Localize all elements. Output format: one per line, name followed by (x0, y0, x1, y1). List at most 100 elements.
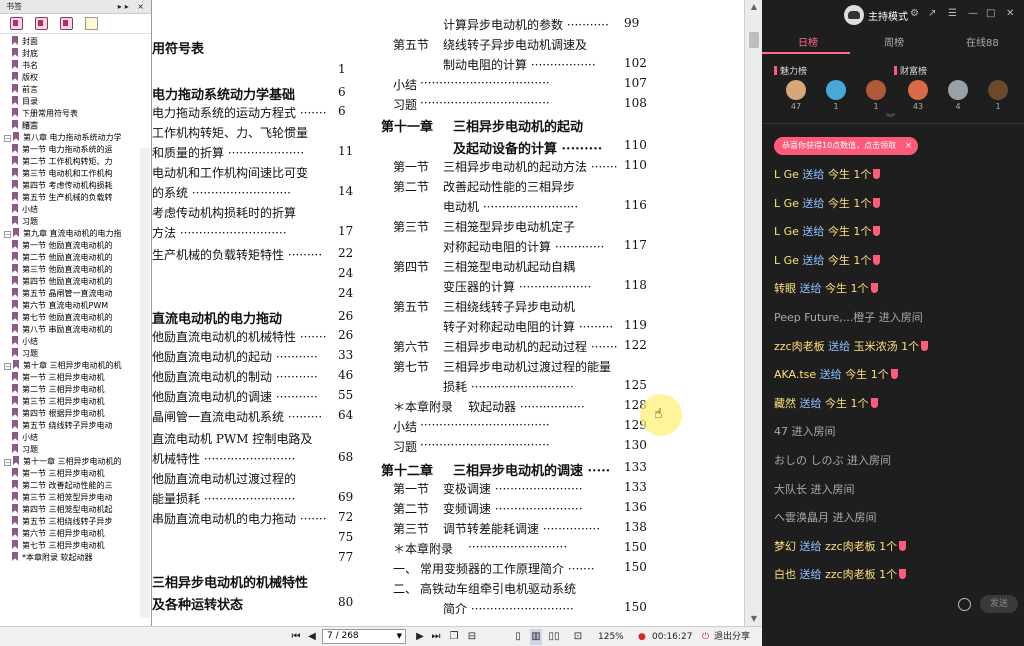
panel-controls[interactable]: ▸▸ × (118, 0, 147, 14)
bookmark-item[interactable]: 习题 (12, 348, 38, 360)
rank-avatar[interactable] (786, 80, 806, 100)
expand-toggle-icon[interactable]: − (4, 135, 11, 142)
popout-icon[interactable]: ↗ (928, 8, 936, 19)
bookmark-item[interactable]: 第五节 绕线转子异步电动 (12, 420, 113, 432)
maximize-icon[interactable]: □ (986, 8, 995, 19)
bookmark-item[interactable]: 第四节 他励直流电动机的 (12, 276, 113, 288)
page-number-input[interactable]: 7 / 268 ▼ (322, 629, 406, 644)
rank-avatar[interactable] (988, 80, 1008, 100)
chat-username[interactable]: おしの しのぶ (774, 454, 844, 467)
bookmark-item[interactable]: 第二节 他励直流电动机的 (12, 252, 113, 264)
bookmark-item[interactable]: *本章附录 软起动器 (12, 552, 93, 564)
send-button[interactable]: 发送 (980, 595, 1018, 613)
bookmark-item[interactable]: 封底 (12, 48, 38, 60)
first-page-icon[interactable]: ⏮ (290, 629, 302, 645)
close-icon[interactable]: ✕ (1006, 8, 1014, 19)
chat-username[interactable]: L Ge (774, 225, 799, 238)
bookmark-item[interactable]: 第一节 他励直流电动机的 (12, 240, 113, 252)
next-page-icon[interactable]: ▶ (414, 629, 426, 645)
copy-icon[interactable]: ❐ (448, 629, 460, 645)
bookmark-item[interactable]: 第二节 改善起动性能的三 (12, 480, 113, 492)
rank-avatar[interactable] (826, 80, 846, 100)
bookmark-item[interactable]: 习题 (12, 444, 38, 456)
tab-daily[interactable]: 日榜 (798, 34, 818, 49)
bookmark-item[interactable]: 第三节 三相异步电动机 (12, 396, 105, 408)
scroll-up-icon[interactable]: ▲ (745, 0, 763, 14)
page-dropdown-icon[interactable]: ▼ (397, 630, 402, 643)
bookmark-item[interactable]: 第一节 三相异步电动机 (12, 372, 105, 384)
bookmark-item[interactable]: 第三节 三相笼型异步电动 (12, 492, 113, 504)
bookmark-item[interactable]: − 第八章 电力拖动系统动力学 (4, 132, 122, 144)
prev-page-icon[interactable]: ◀ (306, 629, 318, 645)
bookmark-item[interactable]: 目录 (12, 96, 38, 108)
rank-avatar[interactable] (866, 80, 886, 100)
chat-username[interactable]: L Ge (774, 197, 799, 210)
bookmark-item[interactable]: 第八节 串励直流电动机的 (12, 324, 113, 336)
bookmark-scrollbar[interactable] (140, 148, 150, 618)
bookmark-item[interactable]: 第六节 直流电动机PWM (12, 300, 108, 312)
bookmark-item[interactable]: 第五节 晶闸管一直流电动 (12, 288, 113, 300)
reward-notice[interactable]: 恭喜你获得10点数值，点击领取 × (774, 137, 919, 155)
bookmark-item[interactable]: 第三节 电动机和工作机构 (12, 168, 113, 180)
host-avatar[interactable] (844, 5, 864, 25)
settings-icon[interactable]: ⚙ (910, 8, 919, 19)
two-page-icon[interactable]: ▯▯ (548, 629, 560, 645)
expand-toggle-icon[interactable]: − (4, 363, 11, 370)
bookmark-item[interactable]: 绪言 (12, 120, 38, 132)
bookmark-item[interactable]: 小结 (12, 204, 38, 216)
expand-bookmark-icon[interactable] (35, 17, 48, 30)
chat-username[interactable]: 47 (774, 425, 788, 438)
tab-online[interactable]: 在线88 (966, 34, 999, 49)
bookmark-item[interactable]: 第三节 他励直流电动机的 (12, 264, 113, 276)
chat-username[interactable]: Peep Future,...橙子 (774, 311, 875, 324)
bookmark-item[interactable]: − 第九章 直流电动机的电力拖 (4, 228, 122, 240)
chat-username[interactable]: 大队长 (774, 483, 807, 496)
bookmark-item[interactable]: 下册常用符号表 (12, 108, 78, 120)
bookmark-item[interactable]: 第五节 生产机械的负载转 (12, 192, 113, 204)
bookmark-item[interactable]: 书名 (12, 60, 38, 72)
scroll-thumb[interactable] (749, 32, 759, 48)
bookmark-item[interactable]: 第一节 电力拖动系统的运 (12, 144, 113, 156)
rank-avatar[interactable] (948, 80, 968, 100)
rank-avatar[interactable] (908, 80, 928, 100)
bookmark-item[interactable]: 第二节 工作机构转矩、力 (12, 156, 113, 168)
bookmark-item[interactable]: 第四节 三相笼型电动机起 (12, 504, 113, 516)
expand-toggle-icon[interactable]: − (4, 459, 11, 466)
bookmark-item[interactable]: − 第十章 三相异步电动机的机 (4, 360, 122, 372)
new-bookmark-icon[interactable] (60, 17, 73, 30)
zoom-level[interactable]: 125% (598, 629, 624, 645)
bookmark-item[interactable]: 第七节 他励直流电动机的 (12, 312, 113, 324)
chat-username[interactable]: 梦幻 (774, 540, 796, 553)
chat-username[interactable]: 藏然 (774, 397, 796, 410)
bookmark-item[interactable]: 封面 (12, 36, 38, 48)
chat-username[interactable]: zzc肉老板 (774, 340, 825, 353)
bookmark-item[interactable]: 前言 (12, 84, 38, 96)
bookmark-item[interactable]: 第四节 考虑传动机构损耗 (12, 180, 113, 192)
bookmark-item[interactable]: 第五节 三相绕线转子异步 (12, 516, 113, 528)
vertical-scrollbar[interactable]: ▲ ▼ (744, 0, 762, 626)
single-page-icon[interactable]: ▯ (512, 629, 524, 645)
fit-page-icon[interactable]: ⊡ (572, 629, 584, 645)
chat-username[interactable]: AKA.tse (774, 368, 816, 381)
document-icon[interactable] (85, 17, 98, 30)
bookmark-options-icon[interactable] (10, 17, 23, 30)
chat-username[interactable]: L Ge (774, 254, 799, 267)
bookmark-item[interactable]: 习题 (12, 216, 38, 228)
chat-username[interactable]: 白也 (774, 568, 796, 581)
bookmark-item[interactable]: − 第十一章 三相异步电动机的 (4, 456, 122, 468)
bookmark-item[interactable]: 第一节 三相异步电动机 (12, 468, 105, 480)
chat-username[interactable]: へ雲涣皛月 (774, 511, 829, 524)
continuous-page-icon[interactable]: ▥ (530, 629, 542, 645)
minimize-icon[interactable]: — (968, 8, 978, 19)
chat-username[interactable]: L Ge (774, 168, 799, 181)
bookmark-item[interactable]: 第二节 三相异步电动机 (12, 384, 105, 396)
layout-icon[interactable]: ⊟ (466, 629, 478, 645)
tab-weekly[interactable]: 周榜 (884, 34, 904, 49)
bookmark-item[interactable]: 第六节 三相异步电动机 (12, 528, 105, 540)
bookmark-item[interactable]: 小结 (12, 336, 38, 348)
menu-icon[interactable]: ☰ (948, 8, 957, 19)
scroll-down-icon[interactable]: ▼ (745, 612, 763, 626)
expand-toggle-icon[interactable]: − (4, 231, 11, 238)
bookmark-item[interactable]: 版权 (12, 72, 38, 84)
chat-username[interactable]: 转眼 (774, 282, 796, 295)
